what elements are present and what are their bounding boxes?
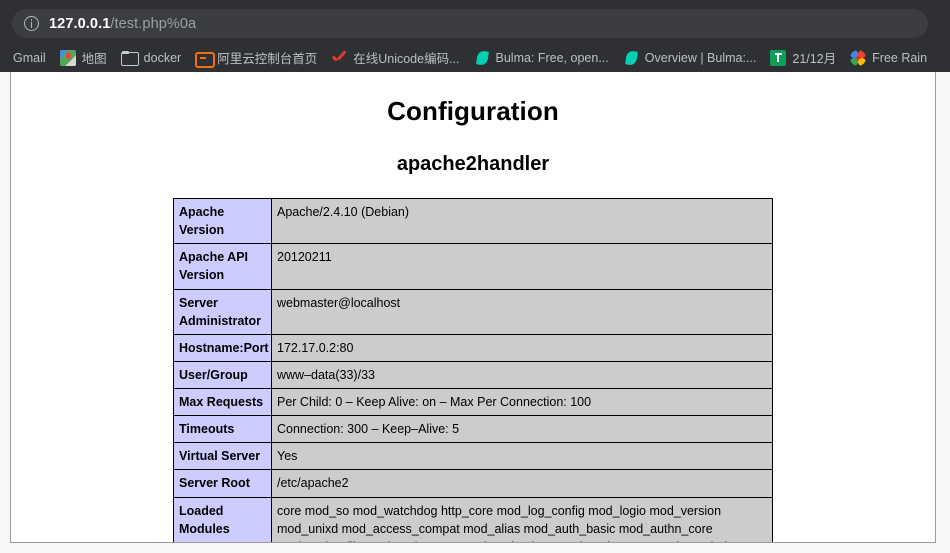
aliyun-icon: [195, 50, 211, 66]
table-row: Timeouts Connection: 300 – Keep–Alive: 5: [174, 416, 773, 443]
module-line: core mod_so mod_watchdog http_core mod_l…: [277, 502, 767, 520]
bookmark-maps[interactable]: 地图: [53, 46, 114, 70]
address-bar-text: 127.0.0.1/test.php%0a: [49, 16, 196, 32]
bookmark-bulma-overview[interactable]: Overview | Bulma:...: [616, 46, 764, 70]
bookmark-label: Overview | Bulma:...: [645, 51, 757, 65]
row-key: Hostname:Port: [174, 334, 272, 361]
table-row: Loaded Modules core mod_so mod_watchdog …: [174, 497, 773, 543]
bulma-icon: [623, 50, 639, 66]
bookmark-sheet[interactable]: 21/12月: [763, 46, 843, 70]
row-key: Server Root: [174, 470, 272, 497]
phpinfo-page: Configuration apache2handler Apache Vers…: [10, 72, 936, 543]
bookmarks-bar: Gmail 地图 docker 阿里云控制台首页 在线Unicode编码...: [0, 43, 950, 72]
info-circle-icon[interactable]: [24, 16, 39, 31]
row-key: Max Requests: [174, 389, 272, 416]
browser-window: 127.0.0.1/test.php%0a Gmail 地图 docker 阿里…: [0, 0, 950, 553]
page-subtitle: apache2handler: [11, 153, 935, 176]
browser-chrome: 127.0.0.1/test.php%0a Gmail 地图 docker 阿里…: [0, 0, 950, 72]
folder-icon: [121, 51, 138, 65]
flower-icon: [850, 50, 866, 66]
bookmark-free-rain[interactable]: Free Rain: [843, 46, 934, 70]
configuration-table: Apache Version Apache/2.4.10 (Debian) Ap…: [173, 198, 773, 543]
bookmark-gmail[interactable]: Gmail: [6, 46, 53, 70]
table-row: Virtual Server Yes: [174, 443, 773, 470]
google-maps-icon: [60, 50, 76, 66]
table-row: User/Group www–data(33)/33: [174, 361, 773, 388]
row-key: User/Group: [174, 361, 272, 388]
page-title: Configuration: [11, 96, 935, 127]
row-value: /etc/apache2: [272, 470, 773, 497]
row-value: Yes: [272, 443, 773, 470]
url-host: 127.0.0.1: [49, 16, 110, 32]
row-value: Per Child: 0 – Keep Alive: on – Max Per …: [272, 389, 773, 416]
module-line: mod_unixd mod_access_compat mod_alias mo…: [277, 520, 767, 538]
bookmark-label: docker: [144, 51, 182, 65]
address-bar[interactable]: 127.0.0.1/test.php%0a: [12, 9, 928, 38]
table-row: Server Root /etc/apache2: [174, 470, 773, 497]
table-row: Apache API Version 20120211: [174, 244, 773, 289]
bookmark-label: 地图: [82, 48, 107, 67]
bookmark-label: 阿里云控制台首页: [217, 48, 317, 67]
table-row: Server Administrator webmaster@localhost: [174, 289, 773, 334]
bookmark-unicode[interactable]: 在线Unicode编码...: [324, 46, 466, 70]
row-value: webmaster@localhost: [272, 289, 773, 334]
row-key: Apache Version: [174, 199, 272, 244]
bookmark-label: Bulma: Free, open...: [496, 51, 609, 65]
bookmark-aliyun[interactable]: 阿里云控制台首页: [188, 46, 324, 70]
row-key: Virtual Server: [174, 443, 272, 470]
page-viewport: Configuration apache2handler Apache Vers…: [0, 72, 950, 553]
module-line: mod_authn_file mod_authz_core mod_authz_…: [277, 538, 767, 543]
row-value-modules: core mod_so mod_watchdog http_core mod_l…: [272, 497, 773, 543]
table-row: Apache Version Apache/2.4.10 (Debian): [174, 199, 773, 244]
row-value: 20120211: [272, 244, 773, 289]
row-key: Timeouts: [174, 416, 272, 443]
table-row: Max Requests Per Child: 0 – Keep Alive: …: [174, 389, 773, 416]
row-key: Apache API Version: [174, 244, 272, 289]
bookmark-label: Gmail: [13, 51, 46, 65]
url-path: /test.php%0a: [110, 16, 196, 32]
bulma-icon: [474, 50, 490, 66]
google-sheets-icon: [770, 50, 786, 66]
row-value: www–data(33)/33: [272, 361, 773, 388]
bookmark-label: 21/12月: [792, 48, 836, 67]
bookmark-label: Free Rain: [872, 51, 927, 65]
bookmark-docker[interactable]: docker: [114, 46, 189, 70]
red-check-icon: [331, 50, 347, 66]
table-row: Hostname:Port 172.17.0.2:80: [174, 334, 773, 361]
bookmark-bulma-home[interactable]: Bulma: Free, open...: [467, 46, 616, 70]
row-value: Apache/2.4.10 (Debian): [272, 199, 773, 244]
configuration-table-body: Apache Version Apache/2.4.10 (Debian) Ap…: [174, 199, 773, 544]
row-key: Loaded Modules: [174, 497, 272, 543]
row-key: Server Administrator: [174, 289, 272, 334]
row-value: Connection: 300 – Keep–Alive: 5: [272, 416, 773, 443]
row-value: 172.17.0.2:80: [272, 334, 773, 361]
omnibox-row: 127.0.0.1/test.php%0a: [0, 0, 950, 43]
bookmark-label: 在线Unicode编码...: [353, 48, 459, 67]
